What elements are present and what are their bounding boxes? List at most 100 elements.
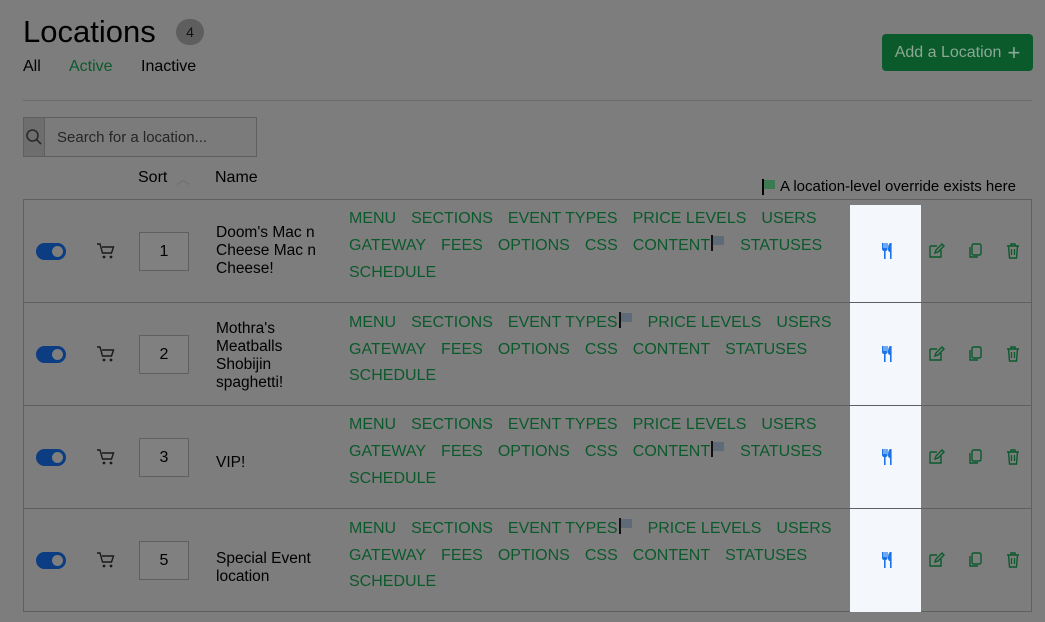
active-toggle[interactable] xyxy=(36,552,66,569)
location-link[interactable]: FEES xyxy=(441,340,483,360)
location-link[interactable]: CSS xyxy=(585,235,618,257)
search-input[interactable] xyxy=(45,118,256,156)
location-link[interactable]: GATEWAY xyxy=(349,441,426,463)
sort-chevron-up-icon[interactable]: ︿ xyxy=(176,169,190,189)
edit-icon[interactable] xyxy=(927,448,945,471)
location-link[interactable]: CSS xyxy=(585,441,618,463)
location-link[interactable]: CONTENT xyxy=(633,441,725,463)
location-link-label: OPTIONS xyxy=(497,547,570,564)
location-link[interactable]: CSS xyxy=(585,340,618,360)
location-link[interactable]: MENU xyxy=(349,312,396,334)
location-link[interactable]: CONTENT xyxy=(633,235,725,257)
menu-icon[interactable] xyxy=(880,242,896,265)
active-toggle[interactable] xyxy=(36,449,66,466)
location-link[interactable]: CONTENT xyxy=(633,340,710,360)
location-link[interactable]: USERS xyxy=(761,415,816,435)
location-link[interactable]: FEES xyxy=(441,546,483,566)
location-link[interactable]: OPTIONS xyxy=(498,546,570,566)
location-link[interactable]: EVENT TYPES xyxy=(508,312,633,334)
location-link[interactable]: STATUSES xyxy=(740,235,822,257)
location-link[interactable]: SCHEDULE xyxy=(349,469,436,489)
delete-icon[interactable] xyxy=(1004,345,1022,368)
tab-inactive[interactable]: Inactive xyxy=(141,58,196,76)
location-link[interactable]: SCHEDULE xyxy=(349,263,436,283)
location-link[interactable]: PRICE LEVELS xyxy=(648,518,762,540)
location-link[interactable]: USERS xyxy=(776,312,831,334)
location-link[interactable]: GATEWAY xyxy=(349,546,426,566)
location-link[interactable]: OPTIONS xyxy=(498,235,570,257)
delete-icon[interactable] xyxy=(1004,551,1022,574)
location-count-badge: 4 xyxy=(176,19,204,45)
location-link[interactable]: USERS xyxy=(761,209,816,229)
location-link-label: PRICE LEVELS xyxy=(632,210,747,227)
override-legend-text: A location-level override exists here xyxy=(780,178,1016,195)
location-link[interactable]: EVENT TYPES xyxy=(508,415,618,435)
edit-icon[interactable] xyxy=(927,551,945,574)
location-link-label: FEES xyxy=(441,547,483,564)
column-header-sort[interactable]: Sort xyxy=(138,169,167,187)
location-link[interactable]: USERS xyxy=(776,518,831,540)
copy-icon[interactable] xyxy=(966,448,984,471)
location-link[interactable]: FEES xyxy=(441,235,483,257)
location-link-label: CSS xyxy=(584,341,618,358)
copy-icon[interactable] xyxy=(966,345,984,368)
location-link[interactable]: STATUSES xyxy=(725,546,807,566)
cart-icon[interactable] xyxy=(96,551,116,574)
location-link-label: SCHEDULE xyxy=(349,264,437,281)
tab-active[interactable]: Active xyxy=(69,58,113,76)
sort-order-input[interactable] xyxy=(139,438,189,477)
location-link-label: GATEWAY xyxy=(349,237,427,254)
location-link-label: SECTIONS xyxy=(411,520,493,537)
location-link[interactable]: SCHEDULE xyxy=(349,572,436,592)
sort-order-input[interactable] xyxy=(139,541,189,580)
location-link-label: FEES xyxy=(441,237,483,254)
location-link[interactable]: PRICE LEVELS xyxy=(648,312,762,334)
location-link-label: PRICE LEVELS xyxy=(647,314,762,331)
location-link[interactable]: OPTIONS xyxy=(498,441,570,463)
edit-icon[interactable] xyxy=(927,242,945,265)
location-link[interactable]: STATUSES xyxy=(725,340,807,360)
sort-order-input[interactable] xyxy=(139,232,189,271)
location-link-label: USERS xyxy=(776,520,832,537)
location-link[interactable]: SECTIONS xyxy=(411,312,493,334)
cart-icon[interactable] xyxy=(96,242,116,265)
location-link[interactable]: SECTIONS xyxy=(411,415,493,435)
location-link-label: SECTIONS xyxy=(411,210,493,227)
menu-icon[interactable] xyxy=(880,448,896,471)
location-link[interactable]: STATUSES xyxy=(740,441,822,463)
menu-icon[interactable] xyxy=(880,551,896,574)
location-link[interactable]: MENU xyxy=(349,209,396,229)
location-link[interactable]: CSS xyxy=(585,546,618,566)
active-toggle[interactable] xyxy=(36,243,66,260)
search-icon[interactable] xyxy=(24,118,45,156)
location-link[interactable]: PRICE LEVELS xyxy=(633,209,747,229)
edit-icon[interactable] xyxy=(927,345,945,368)
delete-icon[interactable] xyxy=(1004,448,1022,471)
cart-icon[interactable] xyxy=(96,448,116,471)
copy-icon[interactable] xyxy=(966,242,984,265)
tab-all[interactable]: All xyxy=(23,58,41,76)
location-link[interactable]: SCHEDULE xyxy=(349,366,436,386)
cart-icon[interactable] xyxy=(96,345,116,368)
column-header-name: Name xyxy=(215,169,258,186)
location-link[interactable]: SECTIONS xyxy=(411,209,493,229)
delete-icon[interactable] xyxy=(1004,242,1022,265)
location-link[interactable]: MENU xyxy=(349,415,396,435)
sort-order-input[interactable] xyxy=(139,335,189,374)
location-link[interactable]: CONTENT xyxy=(633,546,710,566)
location-link-label: MENU xyxy=(349,314,397,331)
active-toggle[interactable] xyxy=(36,346,66,363)
location-link[interactable]: FEES xyxy=(441,441,483,463)
copy-icon[interactable] xyxy=(966,551,984,574)
location-link[interactable]: PRICE LEVELS xyxy=(633,415,747,435)
location-link[interactable]: EVENT TYPES xyxy=(508,209,618,229)
location-link[interactable]: SECTIONS xyxy=(411,518,493,540)
add-location-label: Add a Location xyxy=(894,43,1002,61)
location-link[interactable]: GATEWAY xyxy=(349,235,426,257)
location-link[interactable]: GATEWAY xyxy=(349,340,426,360)
menu-icon[interactable] xyxy=(880,345,896,368)
add-location-button[interactable]: Add a Location + xyxy=(882,34,1033,71)
location-link[interactable]: EVENT TYPES xyxy=(508,518,633,540)
location-link[interactable]: MENU xyxy=(349,518,396,540)
location-link[interactable]: OPTIONS xyxy=(498,340,570,360)
